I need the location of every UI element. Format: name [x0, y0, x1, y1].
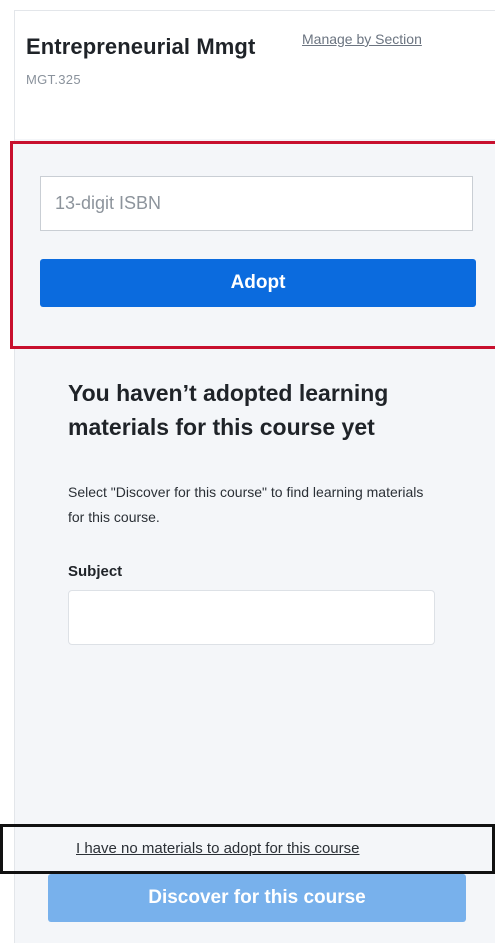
discover-for-course-button[interactable]: Discover for this course [48, 874, 466, 922]
course-title: Entrepreneurial Mmgt [26, 34, 256, 59]
subject-label: Subject [68, 563, 123, 580]
adopt-section-highlight [10, 141, 495, 349]
course-card-header [15, 11, 495, 139]
adopt-button[interactable]: Adopt [40, 259, 476, 307]
empty-state-description: Select "Discover for this course" to fin… [68, 484, 424, 525]
no-materials-link[interactable]: I have no materials to adopt for this co… [76, 840, 359, 857]
manage-by-section-link[interactable]: Manage by Section [302, 31, 422, 47]
isbn-input[interactable] [40, 176, 473, 231]
course-code: MGT.325 [26, 72, 81, 87]
empty-state-heading: You haven’t adopted learning materials f… [68, 380, 389, 440]
page: Entrepreneurial Mmgt Manage by Section M… [0, 0, 495, 943]
subject-field[interactable] [68, 590, 435, 645]
